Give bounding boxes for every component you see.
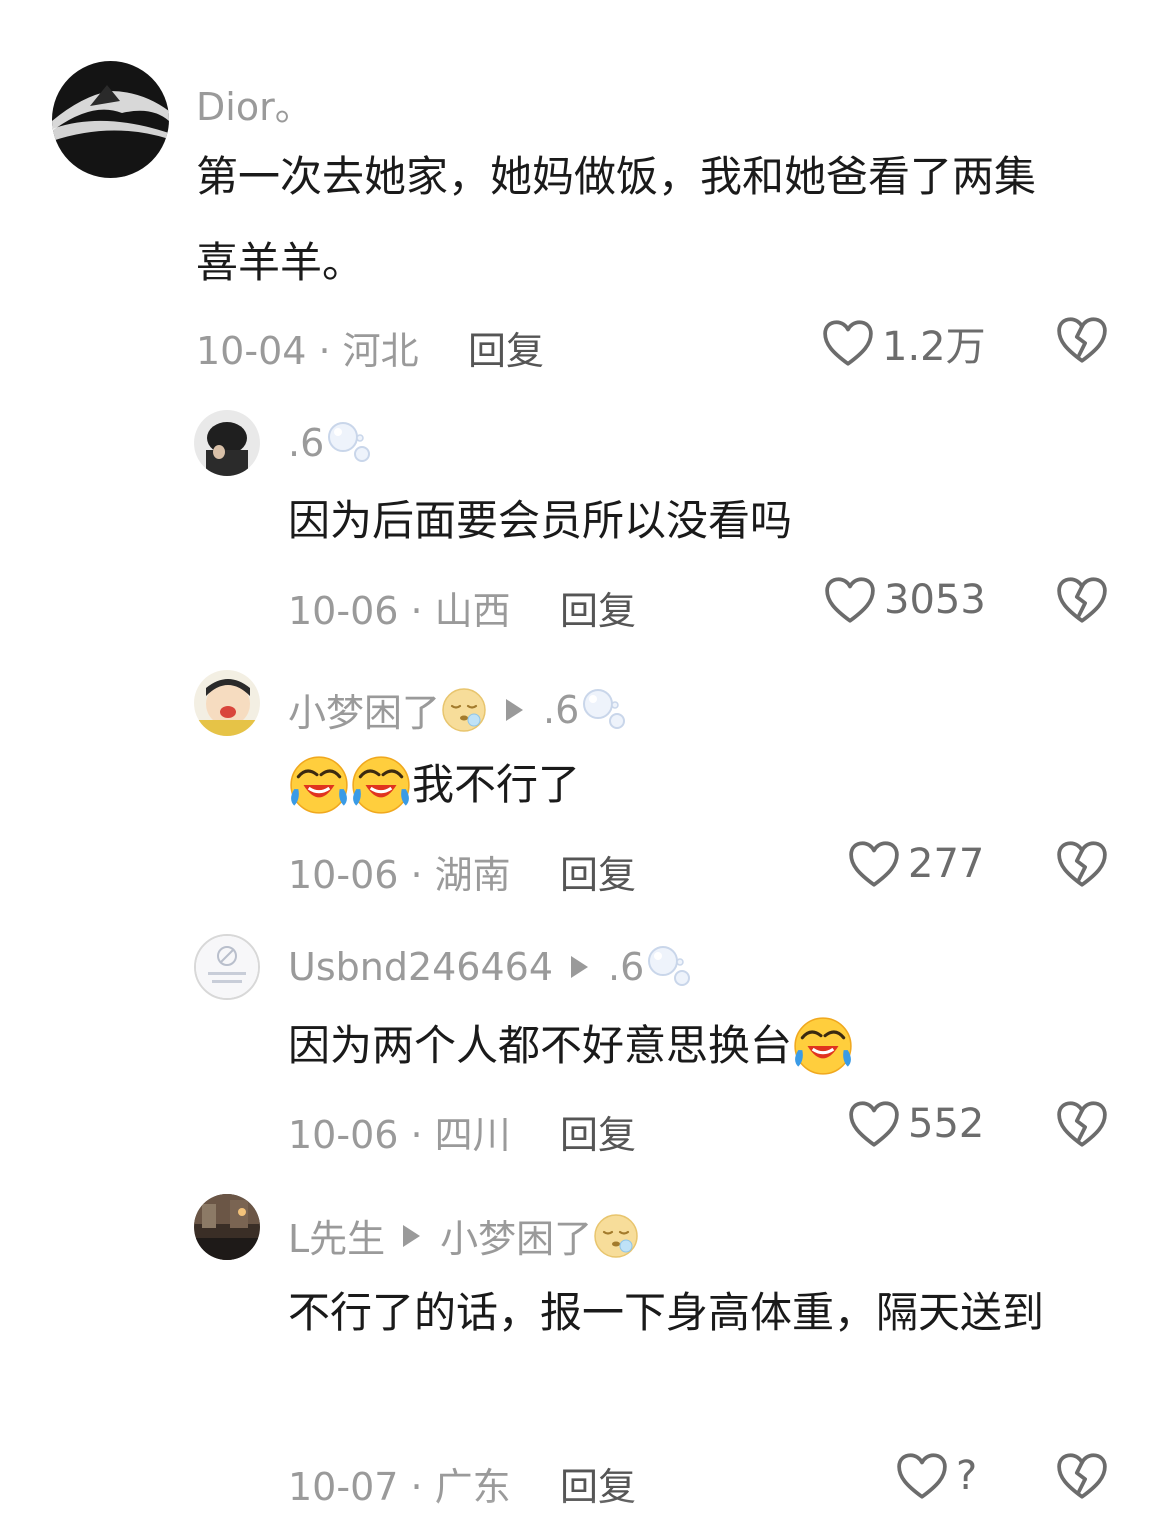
- comment-text: 因为两个人都不好意思换台: [288, 1021, 793, 1070]
- avatar[interactable]: [52, 61, 169, 178]
- reply-target[interactable]: .6: [608, 945, 644, 989]
- avatar[interactable]: [194, 934, 260, 1000]
- comment-text: 我不行了: [412, 760, 581, 809]
- broken-heart-icon: [1056, 316, 1108, 364]
- like-button[interactable]: 3053: [824, 576, 986, 624]
- reply-button[interactable]: 回复: [468, 320, 544, 375]
- reply-target[interactable]: 小梦困了: [440, 1208, 592, 1263]
- avatar[interactable]: [194, 670, 260, 736]
- broken-heart-icon: [1056, 840, 1108, 888]
- dislike-button[interactable]: [1056, 840, 1108, 892]
- username[interactable]: Dior。: [196, 76, 313, 131]
- username[interactable]: L先生 小梦困了: [288, 1208, 640, 1263]
- heart-outline-icon: [848, 1100, 900, 1148]
- heart-outline-icon: [824, 576, 876, 624]
- comment-text: 因为后面要会员所以没看吗: [288, 496, 793, 545]
- like-button[interactable]: 1.2万: [822, 314, 986, 372]
- heart-outline-icon: [848, 840, 900, 888]
- triangle-right-icon: [403, 1224, 421, 1247]
- reply-button[interactable]: 回复: [560, 1104, 636, 1159]
- sleepy-face-emoji: [440, 686, 488, 734]
- bubble-decoration-icon: [646, 944, 692, 990]
- like-count: 552: [908, 1101, 985, 1147]
- broken-heart-icon: [1056, 1100, 1108, 1148]
- dislike-button[interactable]: [1056, 1452, 1108, 1504]
- comment-meta: 10-04 · 河北: [196, 329, 419, 373]
- heart-outline-icon: [822, 319, 874, 367]
- like-count: 3053: [884, 577, 986, 623]
- heart-outline-icon: [896, 1452, 948, 1500]
- like-count: ?: [956, 1453, 978, 1499]
- like-count: 277: [908, 841, 985, 887]
- like-button[interactable]: 552: [848, 1100, 984, 1148]
- like-button[interactable]: 277: [848, 840, 984, 888]
- triangle-right-icon: [506, 698, 524, 721]
- broken-heart-icon: [1056, 1452, 1108, 1500]
- reply-target[interactable]: .6: [543, 688, 579, 732]
- comment-meta: 10-06 · 四川: [288, 1113, 511, 1157]
- reply-button[interactable]: 回复: [560, 844, 636, 899]
- laugh-crying-emoji: [792, 1015, 854, 1077]
- bubble-decoration-icon: [326, 420, 372, 466]
- avatar[interactable]: [194, 410, 260, 476]
- avatar[interactable]: [194, 1194, 260, 1260]
- comment-text-row: 因为两个人都不好意思换台: [288, 1003, 1168, 1089]
- dislike-button[interactable]: [1056, 1100, 1108, 1152]
- laugh-crying-emoji: [288, 754, 350, 816]
- comment-meta: 10-06 · 山西: [288, 589, 511, 633]
- triangle-right-icon: [571, 956, 588, 978]
- reply-button[interactable]: 回复: [560, 580, 636, 635]
- comment-text: 第一次去她家，她妈做饭，我和她爸看了两集喜羊羊。: [196, 152, 1037, 287]
- bubble-decoration-icon: [581, 687, 627, 733]
- dislike-button[interactable]: [1056, 316, 1108, 368]
- broken-heart-icon: [1056, 576, 1108, 624]
- username[interactable]: 小梦困了 .6: [288, 682, 627, 737]
- username[interactable]: Usbnd246464 .6: [288, 944, 692, 990]
- like-count: 1.2万: [882, 324, 986, 370]
- comment-meta: 10-06 · 湖南: [288, 853, 511, 897]
- bottom-fade: [0, 1498, 1170, 1528]
- username[interactable]: .6: [288, 420, 372, 466]
- like-button[interactable]: ?: [896, 1452, 977, 1500]
- laugh-crying-emoji: [350, 754, 412, 816]
- comment-text-row: 我不行了: [288, 742, 1168, 828]
- dislike-button[interactable]: [1056, 576, 1108, 628]
- sleepy-face-emoji: [592, 1212, 640, 1260]
- comment-text: 不行了的话，报一下身高体重，隔天送到: [288, 1288, 1045, 1337]
